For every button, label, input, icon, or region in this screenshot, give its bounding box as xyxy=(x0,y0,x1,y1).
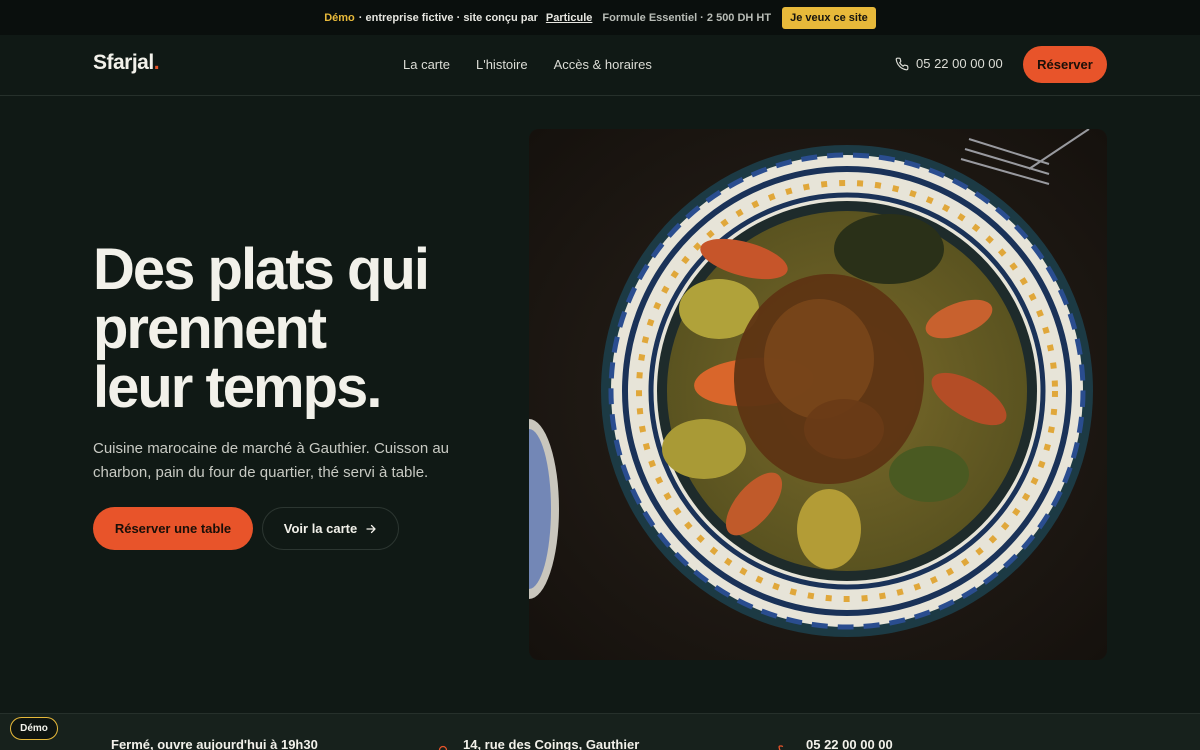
address[interactable]: 14, rue des Coings, Gauthier xyxy=(463,737,639,750)
formule-text: Formule Essentiel · 2 500 DH HT xyxy=(602,11,772,24)
location-pin-icon xyxy=(438,745,448,750)
hero-title-line-3: leur temps. xyxy=(93,355,382,420)
reserve-button[interactable]: Réserver xyxy=(1023,46,1107,83)
phone-icon xyxy=(778,745,784,750)
particule-link[interactable]: Particule xyxy=(546,12,592,24)
hero-subtitle: Cuisine marocaine de marché à Gauthier. … xyxy=(93,440,450,481)
nav-acces-horaires[interactable]: Accès & horaires xyxy=(554,57,652,72)
couscous-plate-illustration xyxy=(529,129,1107,660)
hero-title-line-1: Des plats qui xyxy=(93,237,430,302)
reserve-table-button[interactable]: Réserver une table xyxy=(93,507,253,550)
see-menu-label: Voir la carte xyxy=(283,521,358,536)
main-nav: La carte L'histoire Accès & horaires xyxy=(403,57,652,72)
demo-text: · entreprise fictive · site conçu par xyxy=(358,11,538,24)
demo-label: Démo xyxy=(324,11,355,24)
hero-dish-image xyxy=(529,129,1107,660)
site-header: Sfarjal. La carte L'histoire Accès & hor… xyxy=(0,35,1200,96)
nav-la-carte[interactable]: La carte xyxy=(403,57,450,72)
logo-text: Sfarjal xyxy=(93,51,154,74)
logo-dot: . xyxy=(153,51,160,74)
info-bar: Fermé, ouvre aujourd'hui à 19h30 14, rue… xyxy=(0,713,1200,750)
nav-histoire[interactable]: L'histoire xyxy=(476,57,528,72)
header-phone-number: 05 22 00 00 00 xyxy=(916,56,1003,71)
logo[interactable]: Sfarjal. xyxy=(93,51,160,75)
header-phone[interactable]: 05 22 00 00 00 xyxy=(895,56,1003,71)
hero-title-line-2: prennent xyxy=(93,296,327,361)
see-menu-button[interactable]: Voir la carte xyxy=(262,507,399,550)
demo-badge[interactable]: Démo xyxy=(10,717,58,740)
arrow-right-icon xyxy=(366,524,376,533)
hero-title: Des plats qui prennent leur temps. xyxy=(93,240,513,417)
phone-icon xyxy=(895,57,909,70)
want-site-button[interactable]: Je veux ce site xyxy=(782,6,876,29)
demo-banner: Démo · entreprise fictive · site conçu p… xyxy=(0,0,1200,35)
opening-hours: Fermé, ouvre aujourd'hui à 19h30 xyxy=(111,737,318,750)
info-phone[interactable]: 05 22 00 00 00 xyxy=(806,737,893,750)
